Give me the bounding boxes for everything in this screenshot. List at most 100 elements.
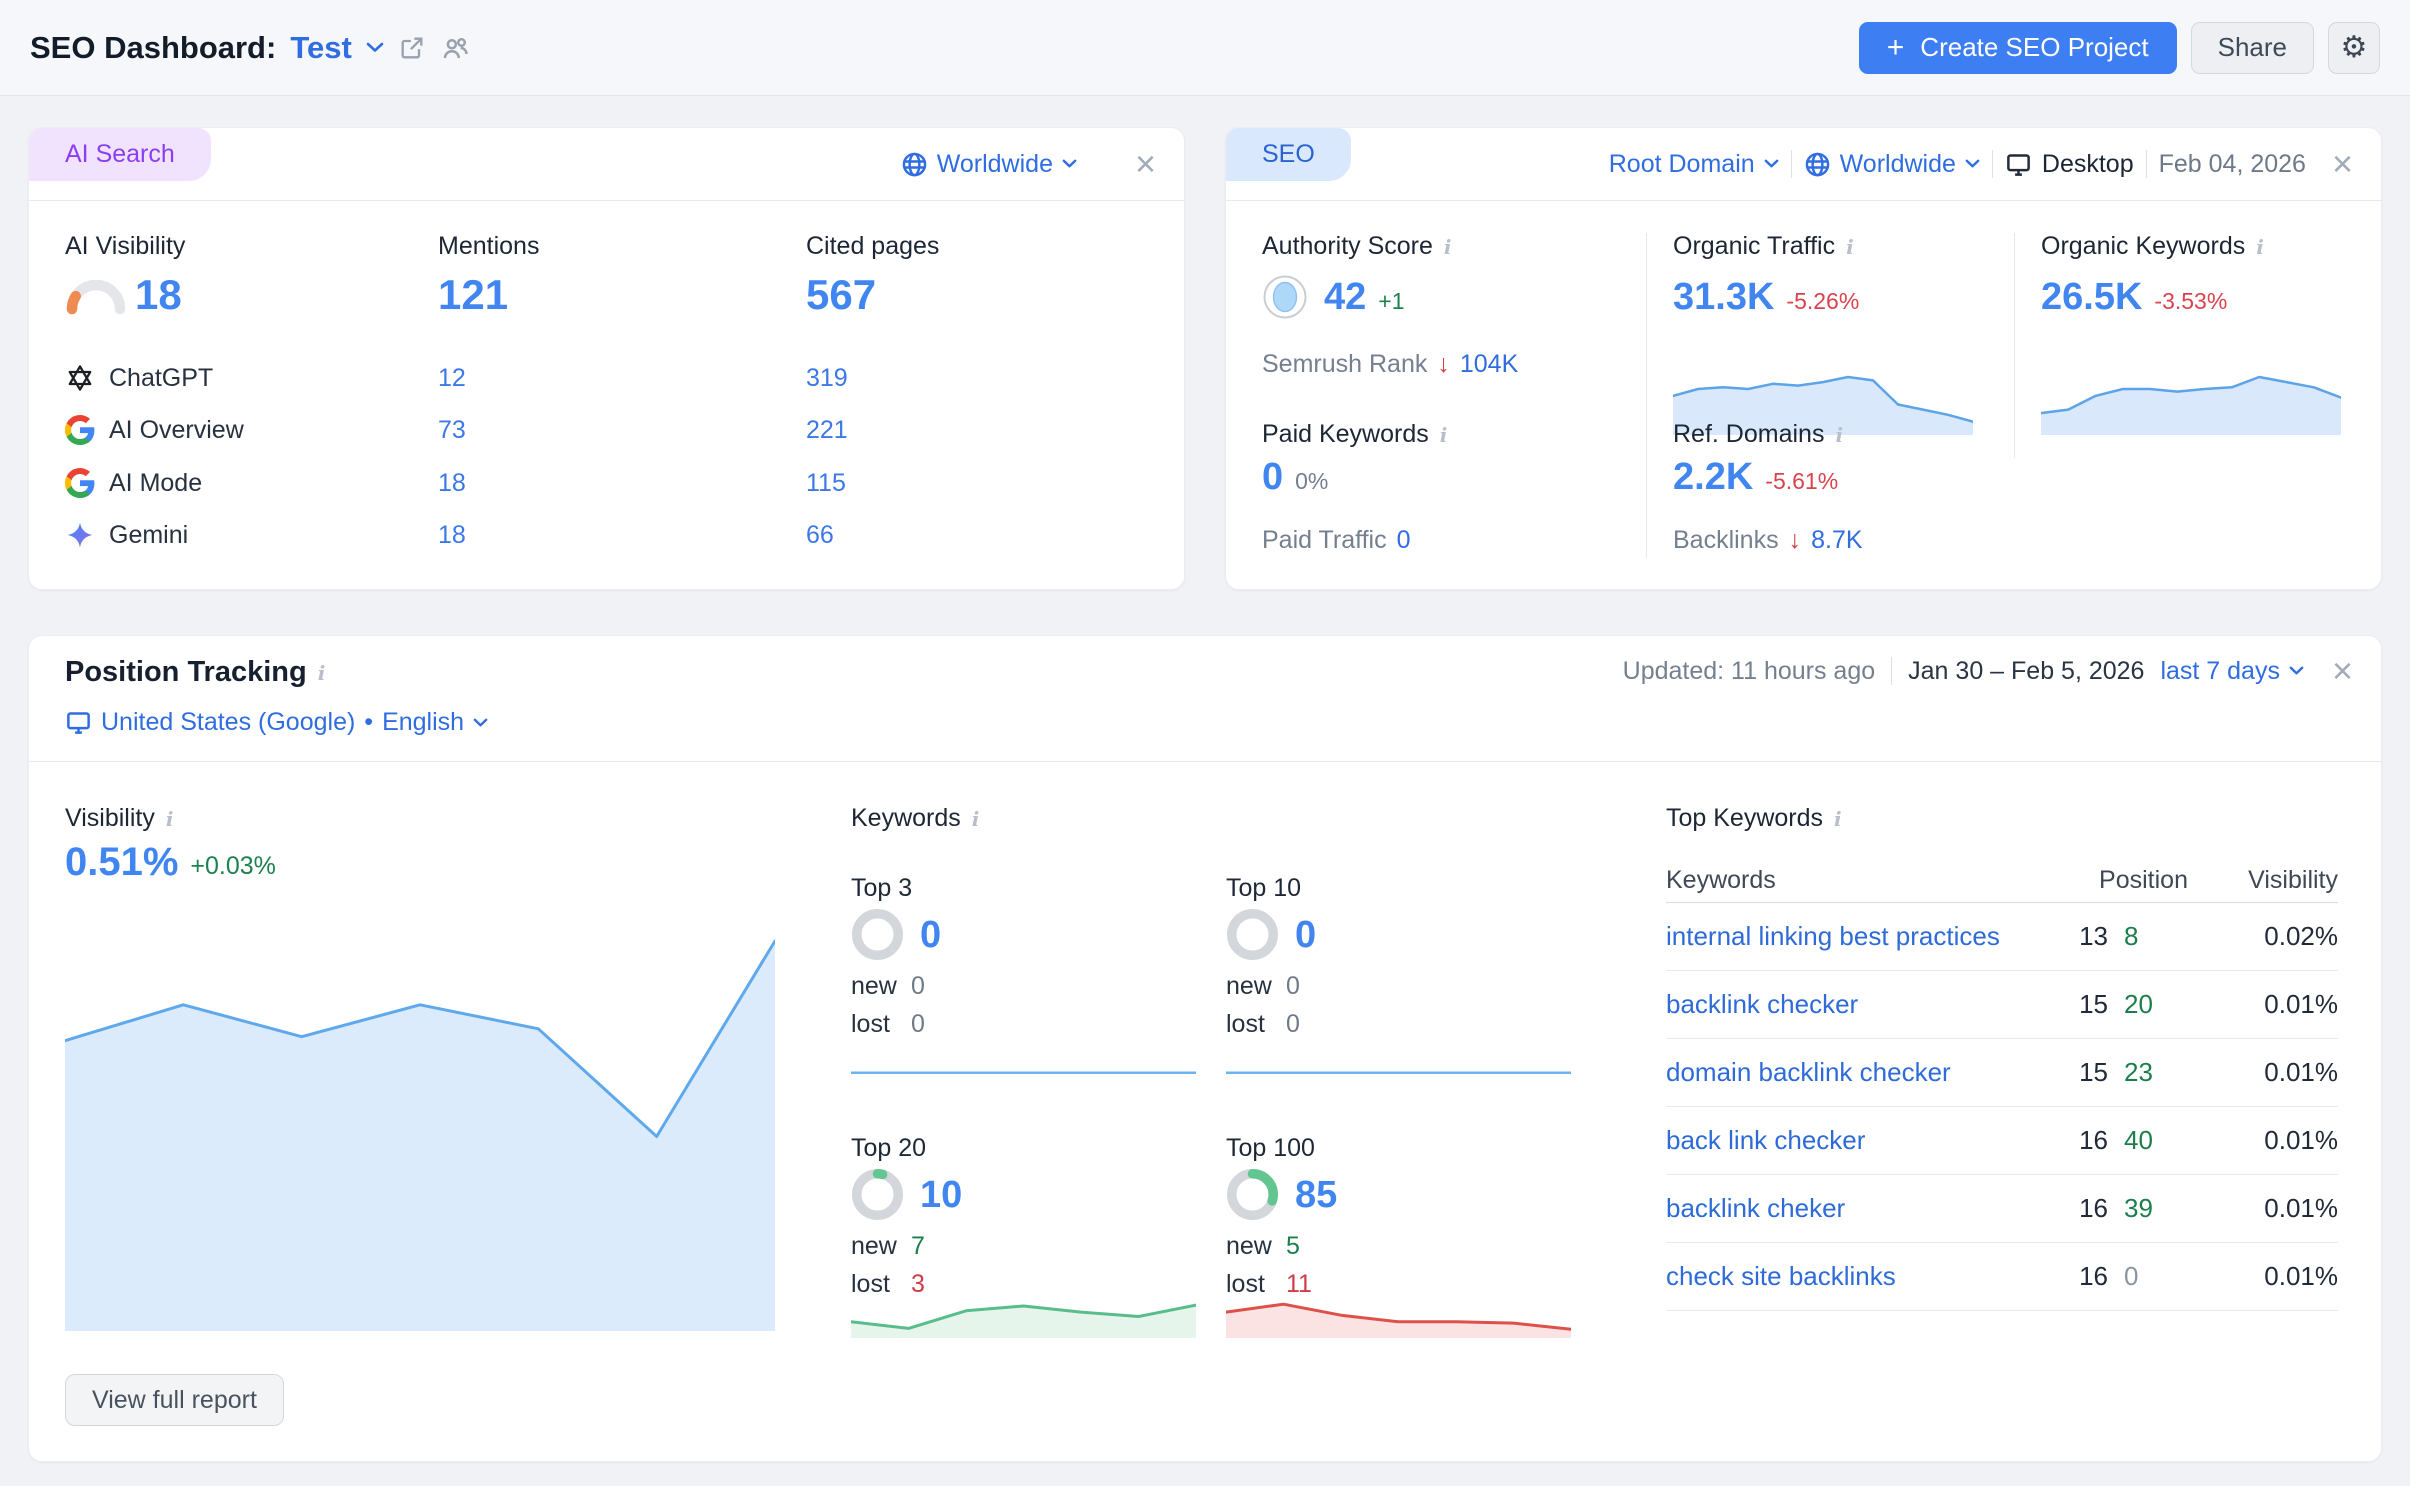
platform-mentions[interactable]: 12	[438, 364, 466, 393]
platform-mentions[interactable]: 18	[438, 521, 466, 550]
position-value: 16	[2052, 1125, 2108, 1156]
platform-cited[interactable]: 115	[806, 469, 846, 498]
backlinks-value[interactable]: 8.7K	[1811, 526, 1862, 555]
page-title: SEO Dashboard:	[30, 30, 276, 66]
keyword-link[interactable]: backlink checker	[1666, 989, 2038, 1020]
top-bar: SEO Dashboard: Test + Create SEO Project…	[0, 0, 2410, 96]
keyword-link[interactable]: backlink cheker	[1666, 1193, 2038, 1224]
organic-keywords-value[interactable]: 26.5K	[2041, 278, 2142, 316]
semrush-rank-value[interactable]: 104K	[1460, 350, 1518, 379]
plus-icon: +	[1887, 33, 1905, 63]
platform-mentions[interactable]: 73	[438, 416, 466, 445]
location-language-dropdown[interactable]: United States (Google) • English	[65, 708, 488, 737]
paid-traffic-value[interactable]: 0	[1397, 526, 1411, 555]
new-count: 0	[911, 972, 925, 1001]
bucket-value: 0	[1295, 916, 1316, 954]
close-icon[interactable]: ×	[2332, 146, 2353, 182]
globe-icon	[1804, 151, 1831, 178]
authority-score-icon	[1262, 274, 1308, 320]
position-delta: 40	[2124, 1125, 2188, 1156]
ref-domains-value[interactable]: 2.2K	[1673, 458, 1753, 496]
project-selector[interactable]: Test	[290, 30, 351, 66]
authority-score-value-row: 42 +1	[1262, 274, 1405, 320]
bucket-sparkline	[1226, 1028, 1571, 1078]
divider	[1646, 416, 1647, 558]
info-icon[interactable]: i	[318, 661, 326, 685]
new-count: 5	[1286, 1232, 1300, 1261]
seo-region-dropdown[interactable]: Worldwide	[1804, 150, 1980, 179]
organic-traffic-value-row: 31.3K -5.26%	[1673, 278, 1859, 316]
info-icon[interactable]: i	[166, 807, 174, 831]
keyword-link[interactable]: back link checker	[1666, 1125, 2038, 1156]
divider	[1891, 657, 1892, 685]
info-icon[interactable]: i	[972, 807, 980, 831]
table-row: domain backlink checker 1523 0.01%	[1666, 1039, 2338, 1107]
organic-traffic-label: Organic Traffic i	[1673, 232, 1854, 261]
platform-mentions[interactable]: 18	[438, 469, 466, 498]
paid-keywords-value[interactable]: 0	[1262, 458, 1283, 496]
info-icon[interactable]: i	[1835, 423, 1843, 447]
gemini-icon	[65, 520, 95, 550]
table-row: back link checker 1640 0.01%	[1666, 1107, 2338, 1175]
ref-domains-value-row: 2.2K -5.61%	[1673, 458, 1838, 496]
position-tracking-header-right: Updated: 11 hours ago Jan 30 – Feb 5, 20…	[1623, 636, 2381, 706]
authority-score-delta: +1	[1378, 288, 1404, 315]
users-icon[interactable]	[440, 33, 470, 63]
bucket-sparkline	[851, 1028, 1196, 1078]
table-row: check site backlinks 160 0.01%	[1666, 1243, 2338, 1311]
cited-pages-label: Cited pages	[806, 232, 939, 261]
platform-row-gemini: Gemini 18 66	[65, 518, 188, 552]
mentions-label: Mentions	[438, 232, 539, 261]
paid-traffic-row: Paid Traffic 0	[1262, 526, 1411, 555]
create-seo-project-button[interactable]: + Create SEO Project	[1859, 22, 2177, 74]
keyword-link[interactable]: check site backlinks	[1666, 1261, 2038, 1292]
info-icon[interactable]: i	[1846, 235, 1854, 259]
divider	[1226, 200, 2381, 201]
info-icon[interactable]: i	[1440, 423, 1448, 447]
platform-cited[interactable]: 66	[806, 521, 834, 550]
organic-traffic-value[interactable]: 31.3K	[1673, 278, 1774, 316]
chevron-down-icon	[2289, 666, 2304, 676]
share-button[interactable]: Share	[2191, 22, 2314, 74]
info-icon[interactable]: i	[1834, 807, 1842, 831]
device-indicator[interactable]: Desktop	[2005, 150, 2134, 179]
platform-cited[interactable]: 221	[806, 416, 848, 445]
keyword-link[interactable]: internal linking best practices	[1666, 921, 2038, 952]
close-icon[interactable]: ×	[2332, 653, 2353, 689]
view-full-report-button[interactable]: View full report	[65, 1374, 284, 1426]
organic-traffic-delta: -5.26%	[1786, 288, 1859, 315]
position-delta: 20	[2124, 989, 2188, 1020]
ref-domains-label: Ref. Domains i	[1673, 420, 1843, 449]
info-icon[interactable]: i	[2256, 235, 2264, 259]
header-actions: + Create SEO Project Share ⚙	[1859, 22, 2380, 74]
organic-keywords-delta: -3.53%	[2154, 288, 2227, 315]
chevron-down-icon	[1062, 159, 1077, 169]
external-link-icon[interactable]	[398, 34, 426, 62]
position-value: 16	[2052, 1261, 2108, 1292]
keywords-bucket-top3: Top 3 0 new 0 lost 0	[851, 874, 1201, 1086]
tab-ai-search[interactable]: AI Search	[29, 128, 211, 181]
ai-region-dropdown[interactable]: Worldwide	[901, 150, 1077, 179]
platform-cited[interactable]: 319	[806, 364, 848, 393]
visibility-value-row: 0.51% +0.03%	[65, 842, 276, 882]
organic-keywords-value-row: 26.5K -3.53%	[2041, 278, 2227, 316]
bullet: •	[364, 708, 373, 737]
info-icon[interactable]: i	[1444, 235, 1452, 259]
keywords-label: Keywords i	[851, 804, 979, 833]
bucket-value: 10	[920, 1176, 962, 1214]
period-dropdown[interactable]: last 7 days	[2160, 657, 2304, 686]
close-icon[interactable]: ×	[1135, 146, 1156, 182]
ref-domains-delta: -5.61%	[1765, 468, 1838, 495]
keyword-link[interactable]: domain backlink checker	[1666, 1057, 2038, 1088]
chevron-down-icon[interactable]	[366, 42, 384, 53]
chevron-down-icon	[1965, 159, 1980, 169]
report-date: Feb 04, 2026	[2159, 150, 2306, 179]
position-tracking-title: Position Tracking i	[65, 656, 325, 689]
position-delta: 0	[2124, 1261, 2188, 1292]
settings-button[interactable]: ⚙	[2328, 22, 2380, 74]
position-delta: 39	[2124, 1193, 2188, 1224]
scope-dropdown[interactable]: Root Domain	[1609, 150, 1779, 179]
position-delta: 23	[2124, 1057, 2188, 1088]
tab-seo[interactable]: SEO	[1226, 128, 1351, 181]
globe-icon	[901, 151, 928, 178]
